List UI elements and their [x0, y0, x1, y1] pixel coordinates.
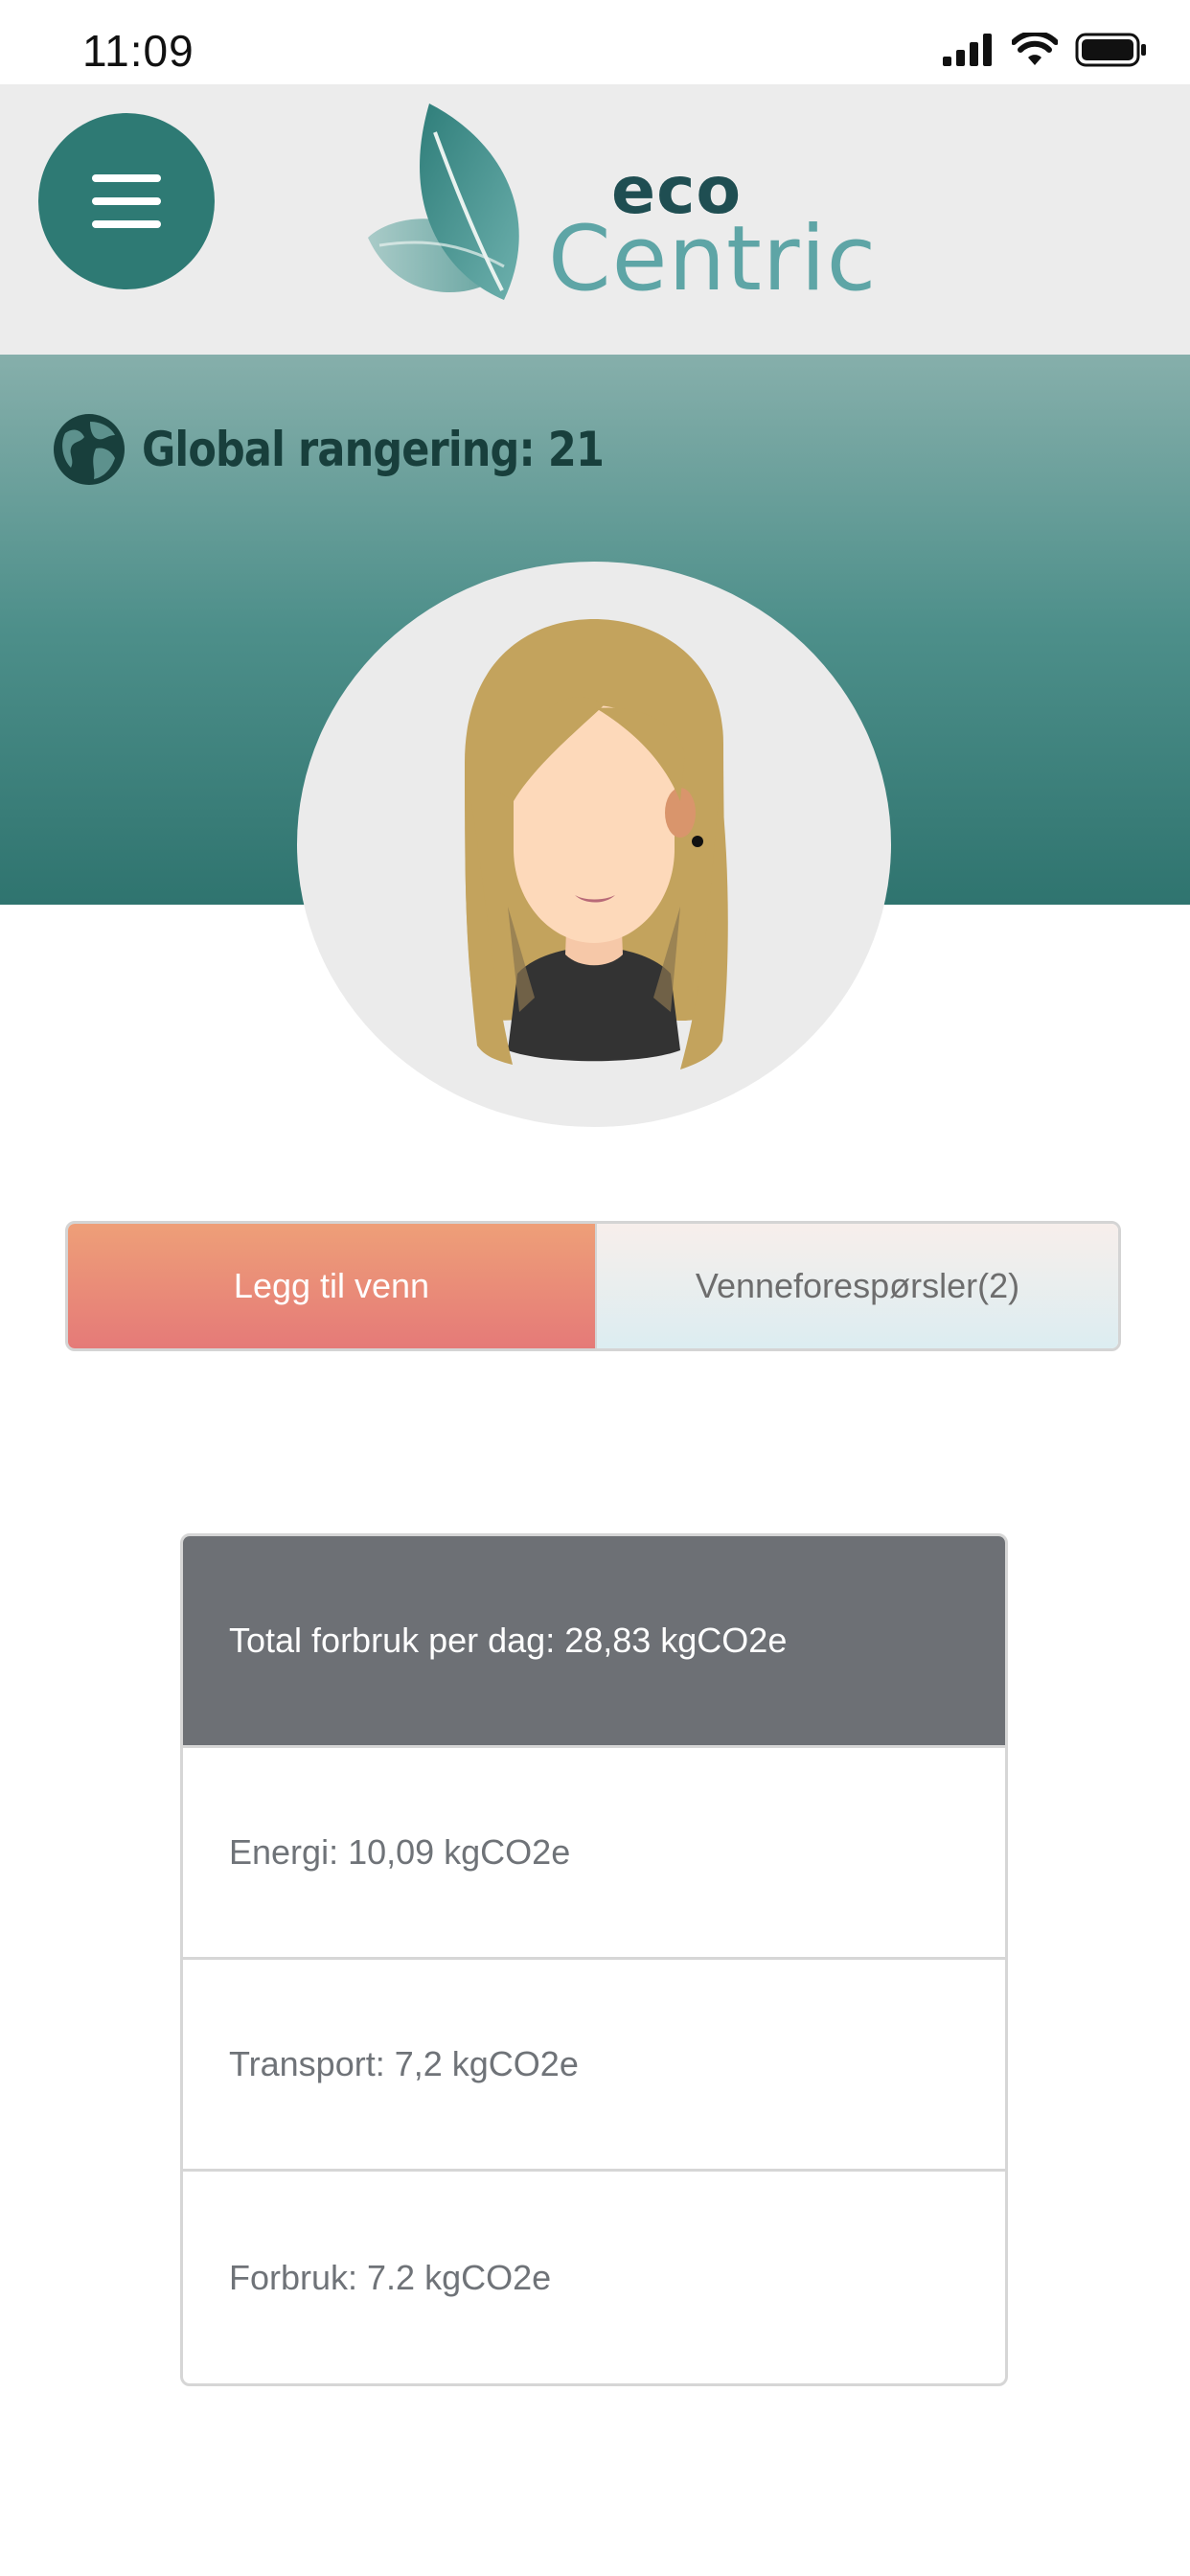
- logo-centric-text: Centric: [548, 207, 878, 311]
- cellular-signal-icon: [943, 34, 992, 66]
- status-bar: 11:09: [0, 0, 1190, 84]
- battery-icon: [1075, 33, 1146, 67]
- global-rank: Global rangering: 21: [52, 412, 678, 487]
- leaf-logo-icon: [368, 104, 519, 300]
- status-icons: [943, 33, 1148, 67]
- user-avatar-icon: [465, 619, 728, 1070]
- status-time: 11:09: [82, 26, 195, 76]
- eco-centric-logo: eco Centric: [360, 94, 878, 343]
- hamburger-menu-icon-line-2: [92, 197, 161, 205]
- consumption-row: Forbruk: 7.2 kgCO2e: [229, 2257, 552, 2297]
- hamburger-menu-icon: [92, 174, 161, 182]
- emissions-summary: Total forbruk per dag: 28,83 kgCO2e Ener…: [180, 1533, 1008, 2386]
- add-friend-button[interactable]: Legg til venn: [68, 1224, 595, 1348]
- transport-row: Transport: 7,2 kgCO2e: [183, 1960, 1005, 2172]
- wifi-icon: [1012, 33, 1058, 65]
- energy-row: Energi: 10,09 kgCO2e: [183, 1748, 1005, 1960]
- friend-requests-button[interactable]: Venneforespørsler(2): [595, 1224, 1118, 1348]
- globe-icon: [54, 414, 125, 485]
- menu-button[interactable]: [38, 113, 215, 289]
- hamburger-menu-icon-line-3: [92, 220, 161, 228]
- global-rank-label: Global rangering: 21: [142, 422, 605, 477]
- total-consumption-row: Total forbruk per dag: 28,83 kgCO2e: [183, 1536, 1005, 1748]
- friend-actions: Legg til venn Venneforespørsler(2): [65, 1221, 1121, 1351]
- profile-avatar: [297, 562, 891, 1127]
- app-header: eco Centric: [0, 84, 1190, 355]
